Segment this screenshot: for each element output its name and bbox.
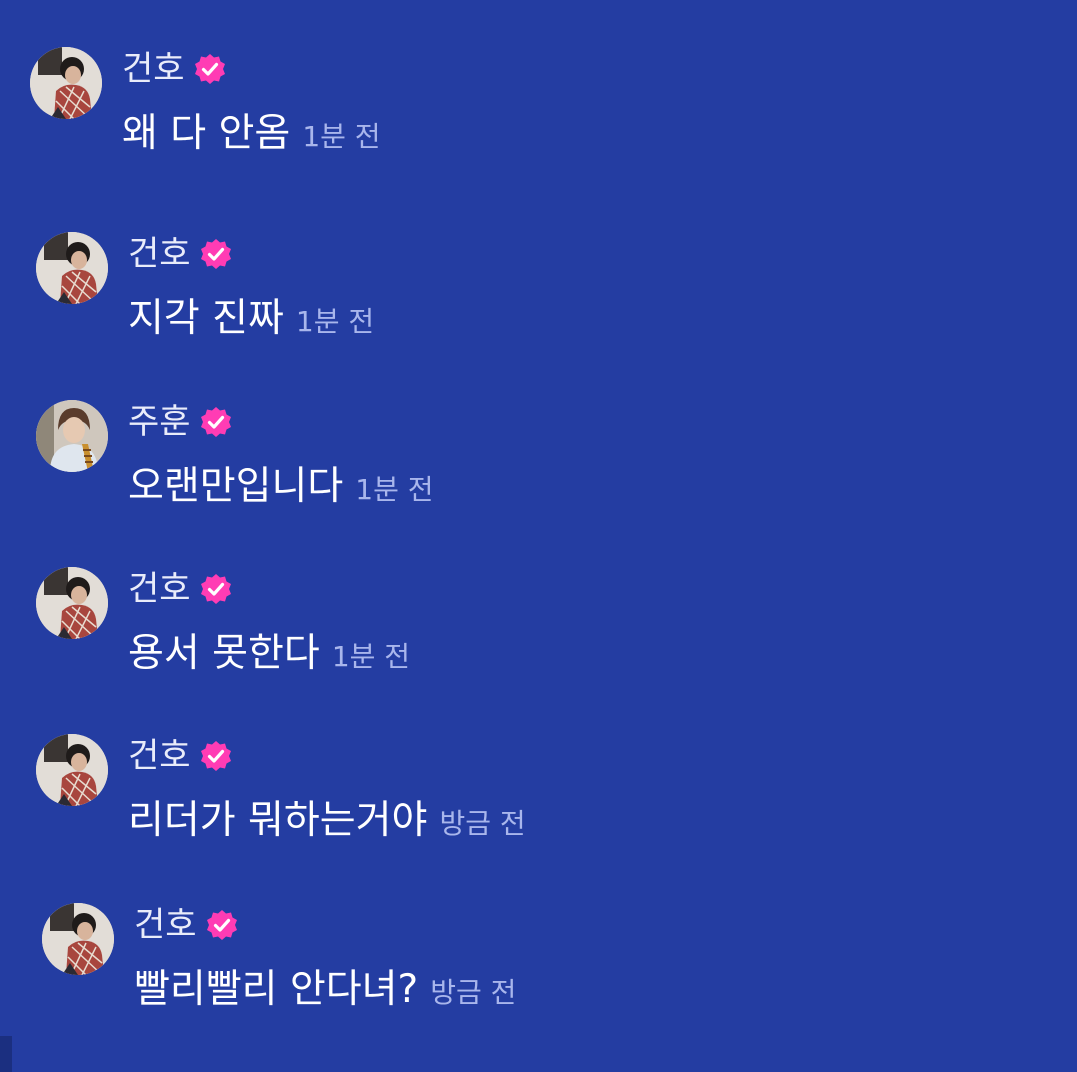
avatar[interactable] <box>36 734 108 806</box>
avatar-photo-icon <box>42 903 114 975</box>
verified-badge-icon <box>199 405 233 439</box>
avatar[interactable] <box>36 232 108 304</box>
avatar[interactable] <box>42 903 114 975</box>
edge-shadow <box>0 1036 12 1072</box>
chat-feed: 건호 왜 다 안옴 1분 전 건호 지각 진짜 1분 전 주훈 오랜만입니다 1… <box>0 0 1077 1072</box>
avatar[interactable] <box>30 47 102 119</box>
avatar-photo-icon <box>36 567 108 639</box>
avatar[interactable] <box>36 567 108 639</box>
username[interactable]: 주훈 <box>128 402 191 442</box>
message-timestamp: 1분 전 <box>302 120 381 153</box>
verified-badge-icon <box>199 572 233 606</box>
message-timestamp: 방금 전 <box>439 807 526 840</box>
chat-message: 건호 지각 진짜 1분 전 <box>36 232 936 362</box>
avatar-photo-icon <box>36 734 108 806</box>
message-timestamp: 1분 전 <box>355 473 434 506</box>
avatar-photo-icon <box>36 232 108 304</box>
avatar-photo-icon <box>30 47 102 119</box>
verified-badge-icon <box>193 52 227 86</box>
username[interactable]: 건호 <box>128 736 191 776</box>
message-text: 빨리빨리 안다녀? <box>134 967 419 1012</box>
message-text: 용서 못한다 <box>128 631 320 676</box>
username[interactable]: 건호 <box>122 49 185 89</box>
message-text: 지각 진짜 <box>128 296 284 341</box>
verified-badge-icon <box>199 739 233 773</box>
message-text: 오랜만입니다 <box>128 464 344 509</box>
username[interactable]: 건호 <box>128 569 191 609</box>
chat-message: 건호 왜 다 안옴 1분 전 <box>30 47 930 177</box>
message-text: 왜 다 안옴 <box>122 111 291 156</box>
message-timestamp: 1분 전 <box>331 640 411 673</box>
chat-message: 건호 용서 못한다 1분 전 <box>36 567 936 697</box>
chat-message: 주훈 오랜만입니다 1분 전 <box>36 400 936 530</box>
message-timestamp: 1분 전 <box>295 305 375 338</box>
message-text: 리더가 뭐하는거야 <box>128 798 428 843</box>
username[interactable]: 건호 <box>134 905 197 945</box>
avatar[interactable] <box>36 400 108 472</box>
username[interactable]: 건호 <box>128 234 191 274</box>
chat-message: 건호 리더가 뭐하는거야 방금 전 <box>36 734 936 864</box>
chat-message: 건호 빨리빨리 안다녀? 방금 전 <box>42 903 942 1033</box>
avatar-photo-icon <box>36 400 108 472</box>
verified-badge-icon <box>199 237 233 271</box>
verified-badge-icon <box>205 908 239 942</box>
message-timestamp: 방금 전 <box>430 976 517 1009</box>
